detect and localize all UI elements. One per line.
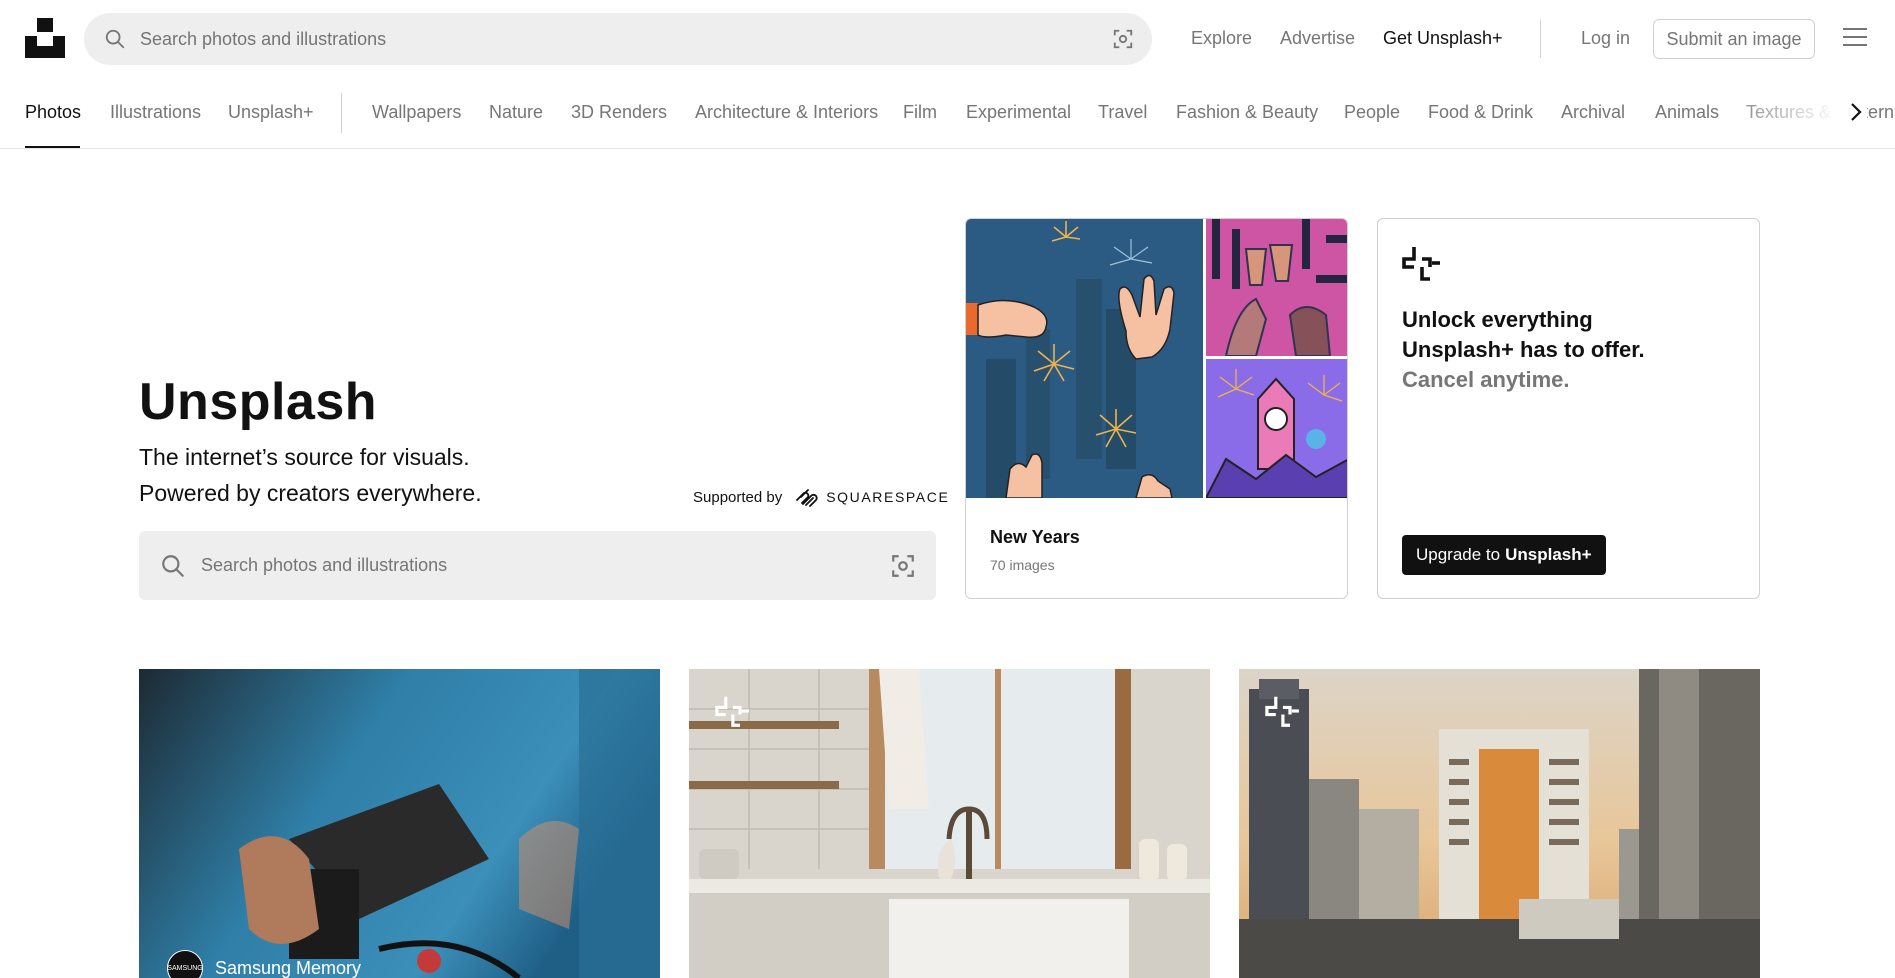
- unsplash-logo[interactable]: [25, 18, 65, 58]
- tab-unsplash-plus[interactable]: Unsplash+: [228, 102, 314, 123]
- squarespace-icon: [796, 489, 818, 507]
- category-fade: [1720, 76, 1860, 148]
- upgrade-button-brand: Unsplash+: [1505, 545, 1592, 564]
- sponsor-credit[interactable]: Supported by SQUARESPACE: [693, 487, 949, 507]
- unsplash-plus-icon: [715, 696, 749, 727]
- supported-by-label: Supported by: [693, 488, 783, 506]
- nav-login[interactable]: Log in: [1581, 0, 1630, 76]
- topic-fashion-beauty[interactable]: Fashion & Beauty: [1176, 102, 1318, 123]
- topic-architecture-interiors[interactable]: Architecture & Interiors: [695, 102, 878, 123]
- plus-headline-line2: Unsplash+ has to offer.: [1402, 337, 1645, 362]
- active-tab-indicator: [25, 146, 80, 148]
- photographer-name[interactable]: Samsung Memory: [215, 958, 361, 978]
- topic-travel[interactable]: Travel: [1098, 102, 1147, 123]
- chevron-right-icon[interactable]: [1845, 100, 1867, 124]
- topic-3d-renders[interactable]: 3D Renders: [571, 102, 667, 123]
- visual-search-icon[interactable]: [1112, 28, 1134, 50]
- collection-count: 70 images: [990, 557, 1055, 573]
- visual-search-icon[interactable]: [890, 553, 916, 579]
- collection-image-cheers: [1206, 219, 1347, 356]
- unsplash-plus-promo-card: Unlock everything Unsplash+ has to offer…: [1377, 218, 1760, 599]
- header-search-input[interactable]: [140, 13, 1040, 65]
- hero-search-bar[interactable]: [139, 531, 936, 600]
- search-icon[interactable]: [160, 553, 186, 579]
- menu-icon[interactable]: [1843, 28, 1867, 48]
- topic-wallpapers[interactable]: Wallpapers: [372, 102, 461, 123]
- upgrade-button[interactable]: Upgrade to Unsplash+: [1402, 535, 1606, 575]
- photo-card[interactable]: SAMSUNG Samsung Memory: [139, 669, 660, 978]
- upgrade-button-prefix: Upgrade to: [1416, 545, 1501, 564]
- plus-headline: Unlock everything Unsplash+ has to offer…: [1402, 305, 1722, 395]
- photo-credit[interactable]: SAMSUNG Samsung Memory: [167, 950, 361, 978]
- topic-experimental[interactable]: Experimental: [966, 102, 1071, 123]
- topic-film[interactable]: Film: [903, 102, 937, 123]
- photo-city-skyline: [1239, 669, 1760, 978]
- photo-kitchen-sink: [689, 669, 1210, 978]
- hero-title: Unsplash: [139, 373, 378, 431]
- collection-image-fireworks: [966, 219, 1203, 498]
- photo-camera-rig: [139, 669, 660, 978]
- squarespace-logo: SQUARESPACE: [794, 487, 949, 507]
- tab-illustrations[interactable]: Illustrations: [110, 102, 201, 123]
- photo-card[interactable]: [1239, 669, 1760, 978]
- topic-people[interactable]: People: [1344, 102, 1400, 123]
- collection-card-new-years[interactable]: New Years 70 images: [965, 218, 1348, 599]
- submit-image-button[interactable]: Submit an image: [1653, 19, 1815, 59]
- hero-search-input[interactable]: [201, 531, 801, 600]
- header-divider: [1540, 20, 1541, 58]
- nav-explore[interactable]: Explore: [1191, 0, 1252, 76]
- plus-headline-line1: Unlock everything: [1402, 307, 1593, 332]
- category-divider: [341, 93, 342, 133]
- category-nav: Photos Illustrations Unsplash+ Wallpaper…: [0, 76, 1895, 149]
- unsplash-plus-icon: [1265, 696, 1299, 727]
- hero-subtitle-line1: The internet’s source for visuals.: [139, 444, 470, 470]
- collection-image-clocktower: [1206, 359, 1347, 498]
- search-icon[interactable]: [104, 28, 126, 50]
- topic-animals[interactable]: Animals: [1655, 102, 1719, 123]
- collection-title: New Years: [990, 527, 1080, 547]
- topic-food-drink[interactable]: Food & Drink: [1428, 102, 1533, 123]
- topic-nature[interactable]: Nature: [489, 102, 543, 123]
- top-bar: Explore Advertise Get Unsplash+ Log in S…: [0, 0, 1895, 76]
- topic-archival[interactable]: Archival: [1561, 102, 1625, 123]
- unsplash-plus-icon: [1402, 247, 1440, 281]
- tab-photos[interactable]: Photos: [25, 102, 81, 123]
- nav-get-unsplash-plus[interactable]: Get Unsplash+: [1383, 0, 1503, 76]
- photo-card[interactable]: [689, 669, 1210, 978]
- header-search-bar[interactable]: [84, 13, 1152, 65]
- hero-subtitle-line2: Powered by creators everywhere.: [139, 480, 482, 506]
- avatar[interactable]: SAMSUNG: [167, 950, 203, 978]
- nav-advertise[interactable]: Advertise: [1280, 0, 1355, 76]
- plus-headline-muted: Cancel anytime.: [1402, 367, 1570, 392]
